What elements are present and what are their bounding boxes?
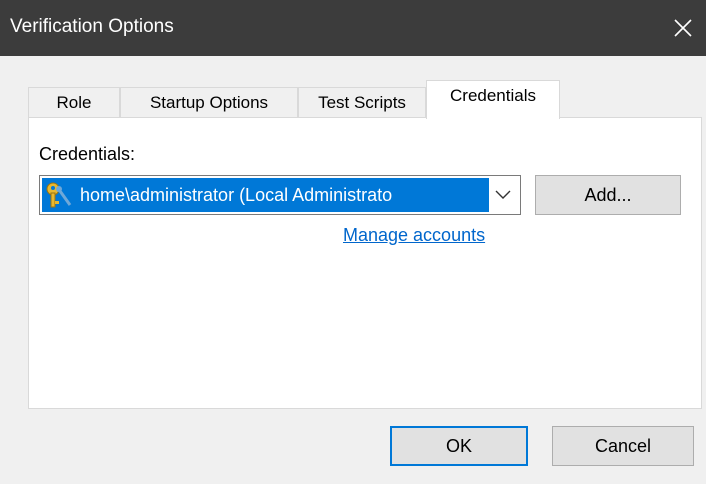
window-title: Verification Options xyxy=(10,16,174,37)
tab-credentials[interactable]: Credentials xyxy=(426,80,560,119)
manage-accounts-link[interactable]: Manage accounts xyxy=(343,225,485,246)
tab-startup-options[interactable]: Startup Options xyxy=(120,87,298,117)
add-button[interactable]: Add... xyxy=(535,175,681,215)
chevron-down-icon xyxy=(495,190,511,199)
credentials-selected-text: home\administrator (Local Administrato xyxy=(80,184,393,205)
close-button[interactable] xyxy=(660,0,706,56)
credentials-panel: Credentials: home\administrator (Local A… xyxy=(28,117,702,409)
credentials-label: Credentials: xyxy=(39,144,136,164)
tab-test-scripts[interactable]: Test Scripts xyxy=(298,87,426,117)
credentials-dropdown[interactable]: home\administrator (Local Administrato xyxy=(39,175,521,215)
credentials-selected-item: home\administrator (Local Administrato xyxy=(42,178,489,212)
ok-button[interactable]: OK xyxy=(390,426,528,466)
close-icon xyxy=(674,19,692,37)
key-icon xyxy=(44,180,74,210)
tab-role[interactable]: Role xyxy=(28,87,120,117)
dropdown-arrow[interactable] xyxy=(492,176,514,214)
title-bar: Verification Options xyxy=(0,0,706,56)
cancel-button[interactable]: Cancel xyxy=(552,426,694,466)
